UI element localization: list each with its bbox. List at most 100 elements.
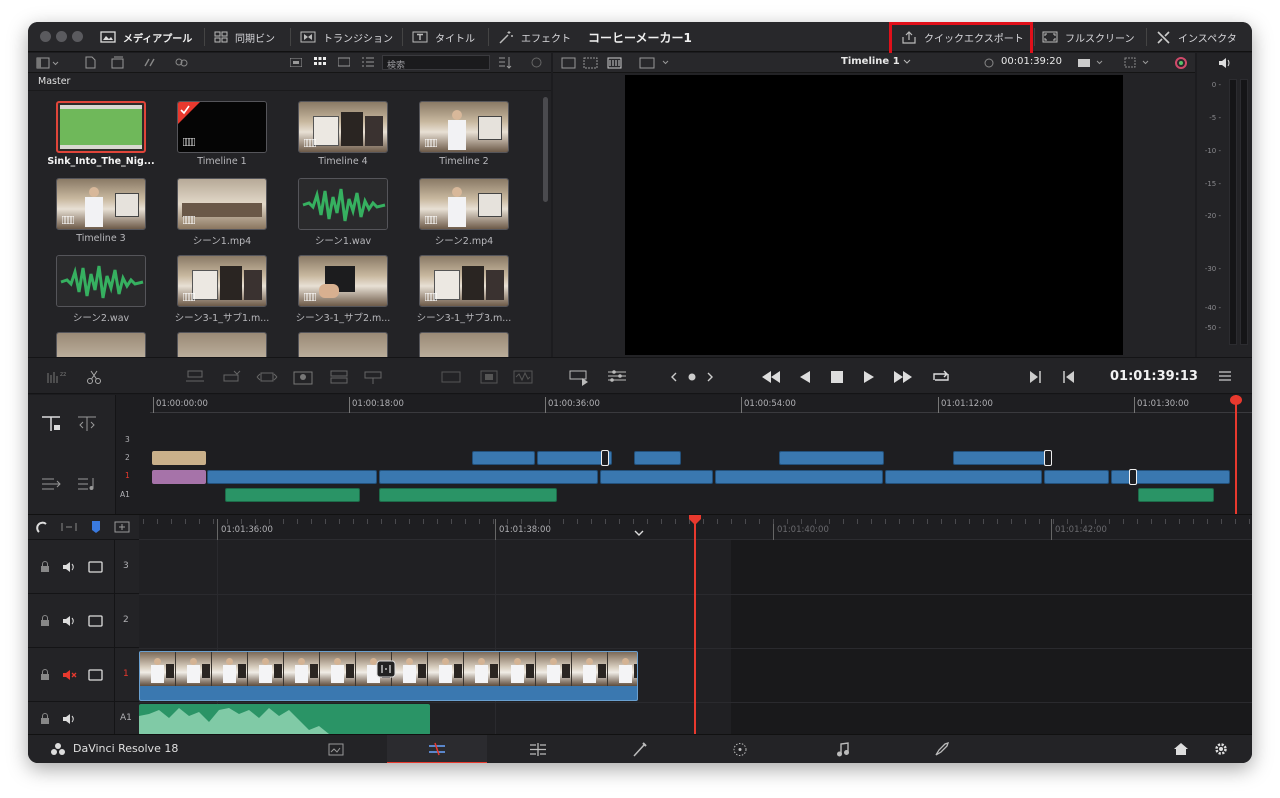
media-thumbnail[interactable]	[419, 178, 509, 230]
upper-timeline-clip[interactable]	[472, 451, 535, 465]
image-wipe-icon[interactable]	[561, 57, 577, 69]
home-icon[interactable]	[1173, 742, 1189, 756]
picture-icon[interactable]	[478, 369, 500, 385]
fairlight-page-icon[interactable]	[836, 742, 850, 757]
title-button[interactable]: タイトル	[412, 22, 475, 52]
sidebar-toggle-icon[interactable]	[36, 57, 60, 69]
source-tape-icon[interactable]	[568, 368, 592, 386]
edit-point-marker[interactable]	[1044, 450, 1052, 466]
ripple-edit-icon[interactable]	[40, 475, 64, 493]
media-thumbnail-partial[interactable]	[298, 332, 388, 357]
video-clip[interactable]	[139, 651, 638, 701]
upper-timeline-clip[interactable]	[152, 451, 206, 465]
timecode-options-icon[interactable]	[981, 57, 997, 69]
first-frame-icon[interactable]	[760, 369, 782, 385]
quick-export-button[interactable]: クイックエクスポート	[901, 22, 1024, 52]
upper-timeline-clip[interactable]	[600, 470, 713, 484]
upper-timeline-clip[interactable]	[1044, 470, 1109, 484]
track-visibility-icon[interactable]	[88, 669, 103, 681]
place-on-top-icon[interactable]	[328, 369, 350, 385]
audio-trim-icon[interactable]	[606, 368, 628, 384]
upper-timeline-clip[interactable]	[885, 470, 1042, 484]
media-pool-button[interactable]: メディアプール	[100, 22, 192, 52]
deliver-page-icon[interactable]	[934, 741, 950, 757]
lock-track-tool-icon[interactable]	[40, 415, 64, 433]
media-thumbnail[interactable]	[419, 255, 509, 307]
track-visibility-icon[interactable]	[88, 615, 103, 627]
media-thumbnail[interactable]	[56, 178, 146, 230]
mark-out-icon[interactable]	[1062, 369, 1076, 385]
audio-clip[interactable]	[139, 704, 430, 735]
media-thumbnail[interactable]	[298, 101, 388, 153]
settings-gear-icon[interactable]	[1213, 741, 1229, 757]
upper-ruler[interactable]: 01:00:00:00 01:00:18:00 01:00:36:00 01:00:5…	[150, 395, 1252, 413]
cut-page-tab[interactable]	[387, 735, 487, 763]
track-visibility-icon[interactable]	[88, 561, 103, 573]
timeline-selector[interactable]: Timeline 1	[841, 56, 900, 67]
media-thumbnail[interactable]	[298, 178, 388, 230]
marker-icon[interactable]	[114, 521, 130, 533]
close-window-button[interactable]	[40, 31, 51, 42]
media-thumbnail[interactable]	[177, 178, 267, 230]
track-lock-icon[interactable]	[40, 615, 50, 627]
lower-playhead[interactable]	[694, 515, 696, 735]
new-bin-icon[interactable]	[84, 56, 98, 69]
thumbnail-view-icon[interactable]	[290, 58, 302, 67]
upper-timeline-clip[interactable]	[953, 451, 1049, 465]
track-audio-icon[interactable]	[62, 669, 78, 684]
upper-timeline-clip[interactable]	[715, 470, 883, 484]
filmstrip-view-icon[interactable]	[338, 57, 350, 67]
track-audio-icon[interactable]	[62, 615, 78, 630]
upper-timeline-clip[interactable]	[379, 488, 557, 502]
track-lock-icon[interactable]	[40, 712, 50, 725]
fusion-page-icon[interactable]	[632, 742, 648, 757]
linked-selection-icon[interactable]	[60, 521, 78, 533]
transition-button[interactable]: トランジション	[300, 22, 393, 52]
trim-tool-icon[interactable]	[76, 415, 100, 433]
unlink-icon[interactable]	[174, 56, 189, 69]
edit-point-marker[interactable]	[1129, 469, 1137, 485]
scissors-icon[interactable]	[86, 369, 102, 385]
mark-in-icon[interactable]	[1028, 369, 1042, 385]
ripple-overwrite-icon[interactable]	[256, 369, 278, 385]
color-wheel-icon[interactable]	[1173, 55, 1189, 71]
media-thumbnail-partial[interactable]	[177, 332, 267, 357]
minimize-window-button[interactable]	[56, 31, 67, 42]
snapping-icon[interactable]	[36, 521, 50, 535]
viewer-mode-icon[interactable]	[639, 57, 671, 69]
viewer-canvas[interactable]	[625, 75, 1123, 355]
append-icon[interactable]	[220, 369, 242, 385]
media-thumbnail-partial[interactable]	[419, 332, 509, 357]
search-input[interactable]: 検索	[382, 55, 490, 71]
track-lock-icon[interactable]	[40, 669, 50, 681]
close-up-icon[interactable]	[292, 366, 314, 386]
source-overwrite-icon[interactable]	[362, 369, 384, 385]
refresh-icon[interactable]	[530, 56, 543, 69]
audio-edit-icon[interactable]	[76, 475, 100, 493]
lower-playhead-handle[interactable]	[688, 515, 702, 525]
upper-playhead[interactable]	[1235, 395, 1237, 514]
upper-timeline-clip[interactable]	[207, 470, 377, 484]
upper-timeline-clip[interactable]	[634, 451, 681, 465]
inspector-button[interactable]: インスペクタ	[1156, 22, 1237, 52]
upper-timeline-clip[interactable]	[779, 451, 884, 465]
track-lock-icon[interactable]	[40, 561, 50, 573]
media-pool-scrollbar[interactable]	[543, 97, 548, 202]
flag-icon[interactable]	[90, 520, 102, 534]
last-frame-icon[interactable]	[892, 369, 914, 385]
list-view-icon[interactable]	[362, 57, 374, 67]
media-thumbnail[interactable]	[298, 255, 388, 307]
zoom-window-button[interactable]	[72, 31, 83, 42]
effect-button[interactable]: エフェクト	[498, 22, 571, 52]
waveform-icon[interactable]	[512, 369, 534, 385]
smart-insert-icon[interactable]	[184, 369, 206, 385]
upper-playhead-handle[interactable]	[1230, 395, 1242, 405]
media-thumbnail[interactable]	[177, 255, 267, 307]
track-audio-icon[interactable]	[62, 713, 78, 728]
grid-view-icon[interactable]	[314, 57, 326, 68]
media-thumbnail[interactable]	[177, 101, 267, 153]
scroll-chevron-icon[interactable]	[634, 530, 644, 537]
speaker-icon[interactable]	[1218, 57, 1232, 69]
upper-timeline-clip[interactable]	[379, 470, 598, 484]
snooze-icon[interactable]: zz	[46, 369, 70, 385]
